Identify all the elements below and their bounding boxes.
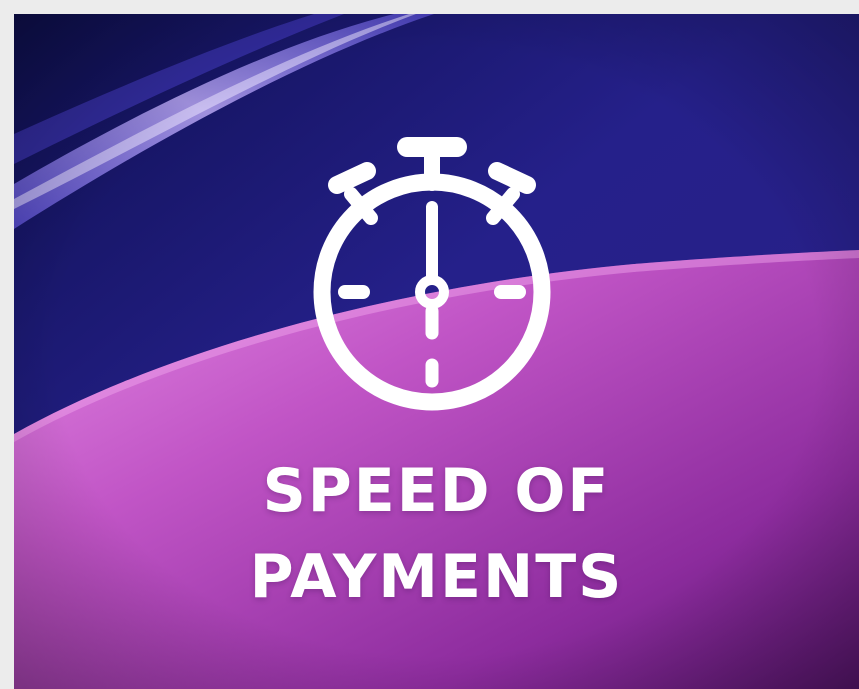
title-line-2: PAYMENTS (249, 542, 624, 612)
feature-card: SPEED OF PAYMENTS (14, 14, 859, 689)
title-line-1: SPEED OF (262, 456, 611, 526)
feature-title: SPEED OF PAYMENTS (14, 448, 859, 620)
stopwatch-icon (313, 137, 551, 411)
